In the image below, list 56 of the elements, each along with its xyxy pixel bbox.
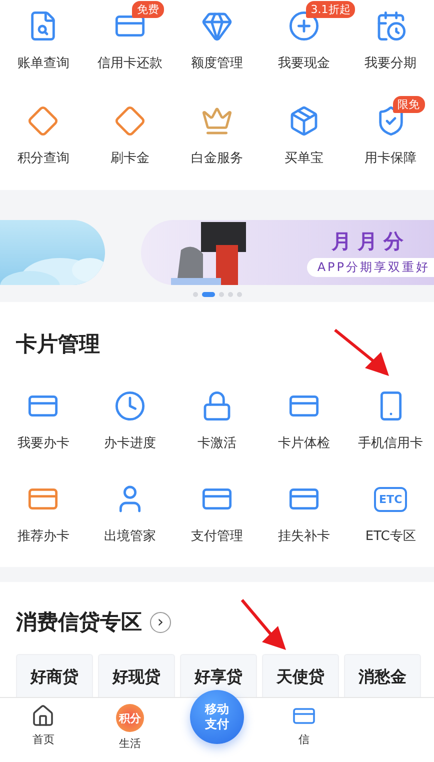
- diamond-icon: [114, 105, 146, 137]
- tab-label[interactable]: 信: [298, 732, 310, 747]
- menu-item[interactable]: 卡激活: [197, 434, 236, 452]
- loan-card[interactable]: 天使贷: [262, 654, 339, 697]
- menu-item[interactable]: 额度管理: [190, 54, 243, 72]
- loan-name: 好享贷: [194, 667, 242, 688]
- carousel-dot[interactable]: [218, 292, 224, 297]
- menu-item[interactable]: 办卡进度: [104, 434, 156, 452]
- menu-item[interactable]: 我要办卡: [17, 434, 70, 452]
- loan-name: 好商贷: [30, 667, 78, 688]
- clock-icon: [114, 390, 146, 422]
- loan-name: 消愁金: [358, 667, 406, 688]
- menu-item[interactable]: 白金服务: [190, 149, 243, 167]
- menu-item[interactable]: 推荐办卡: [17, 527, 70, 545]
- menu-item[interactable]: 信用卡还款: [98, 54, 163, 72]
- section-title: 消费信贷专区: [16, 609, 142, 636]
- menu-item[interactable]: 买单宝: [284, 149, 324, 167]
- more-button[interactable]: ›: [150, 612, 171, 632]
- loan-card[interactable]: 好现贷: [98, 654, 175, 697]
- tab-label[interactable]: 首页: [32, 732, 54, 747]
- menu-item[interactable]: 出境管家: [104, 527, 156, 545]
- tab-label[interactable]: 生活: [119, 736, 142, 751]
- menu-item[interactable]: 支付管理: [190, 527, 243, 545]
- menu-item[interactable]: 账单查询: [17, 54, 70, 72]
- promo-badge: 免费: [132, 1, 164, 18]
- points-badge-icon: 积分: [116, 704, 144, 732]
- promo-badge: 3.1折起: [306, 1, 356, 18]
- carousel-dot[interactable]: [228, 292, 232, 297]
- loan-card[interactable]: 好商贷: [16, 654, 93, 697]
- pointer-arrow: [333, 328, 389, 376]
- menu-item[interactable]: 积分查询: [17, 149, 70, 167]
- loan-name: 天使贷: [276, 667, 324, 688]
- gem-icon: [200, 10, 233, 42]
- home-icon: [31, 704, 56, 728]
- section-title: 卡片管理: [16, 331, 100, 358]
- menu-item[interactable]: 我要分期: [364, 54, 417, 72]
- banner-title: 月月分: [332, 228, 410, 255]
- menu-item[interactable]: 手机信用卡: [358, 434, 424, 452]
- carousel-dot[interactable]: [236, 292, 242, 297]
- etc-icon: ETC: [374, 486, 408, 512]
- menu-item[interactable]: 我要现金: [278, 54, 330, 72]
- menu-item[interactable]: 挂失补卡: [278, 527, 330, 545]
- pointer-arrow: [240, 598, 286, 650]
- diamond-icon: [27, 105, 60, 137]
- menu-item[interactable]: 刷卡金: [110, 149, 150, 167]
- carousel-dot[interactable]: [192, 292, 198, 297]
- loan-name: 好现贷: [112, 667, 160, 688]
- menu-item[interactable]: ETC专区: [365, 527, 416, 545]
- loan-card[interactable]: 消愁金: [344, 654, 421, 697]
- promo-banner[interactable]: 月月分 APP分期享双重好: [141, 220, 434, 285]
- promo-badge: 限免: [392, 96, 425, 113]
- banner-subtitle: APP分期享双重好: [307, 258, 434, 277]
- crown-icon: [200, 105, 233, 137]
- menu-item[interactable]: 用卡保障: [364, 149, 417, 167]
- loan-card[interactable]: 好享贷: [180, 654, 257, 697]
- menu-item[interactable]: 卡片体检: [278, 434, 330, 452]
